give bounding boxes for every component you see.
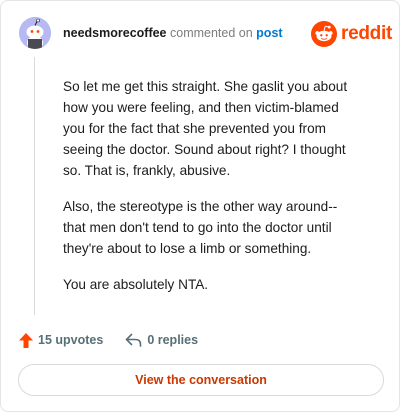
commented-on-text: commented on — [170, 26, 253, 40]
comment-header: needsmorecoffee commented on post — [63, 25, 283, 41]
post-link[interactable]: post — [256, 26, 282, 40]
snoo-avatar-icon — [19, 17, 51, 49]
view-conversation-button[interactable]: View the conversation — [18, 364, 384, 396]
comment-footer: 15 upvotes 0 replies — [19, 331, 198, 349]
upvotes-stat[interactable]: 15 upvotes — [19, 332, 104, 348]
thread-line — [34, 57, 35, 315]
replies-count: 0 replies — [147, 333, 199, 347]
upvote-arrow-icon — [19, 332, 33, 348]
comment-body: So let me get this straight. She gaslit … — [63, 76, 363, 310]
replies-stat[interactable]: 0 replies — [125, 333, 198, 347]
avatar[interactable] — [19, 17, 51, 49]
comment-paragraph: You are absolutely NTA. — [63, 277, 209, 292]
reply-arrow-icon — [126, 333, 142, 347]
comment-paragraph: So let me get this straight. She gaslit … — [63, 79, 348, 178]
username-link[interactable]: needsmorecoffee — [63, 26, 167, 40]
comment-embed-card: needsmorecoffee commented on post reddit… — [0, 0, 400, 412]
reddit-snoo-icon — [311, 21, 337, 47]
upvotes-count: 15 upvotes — [38, 333, 104, 347]
comment-paragraph: Also, the stereotype is the other way ar… — [63, 199, 338, 256]
brand-name: reddit — [341, 23, 392, 44]
reddit-logo[interactable]: reddit — [311, 21, 392, 47]
